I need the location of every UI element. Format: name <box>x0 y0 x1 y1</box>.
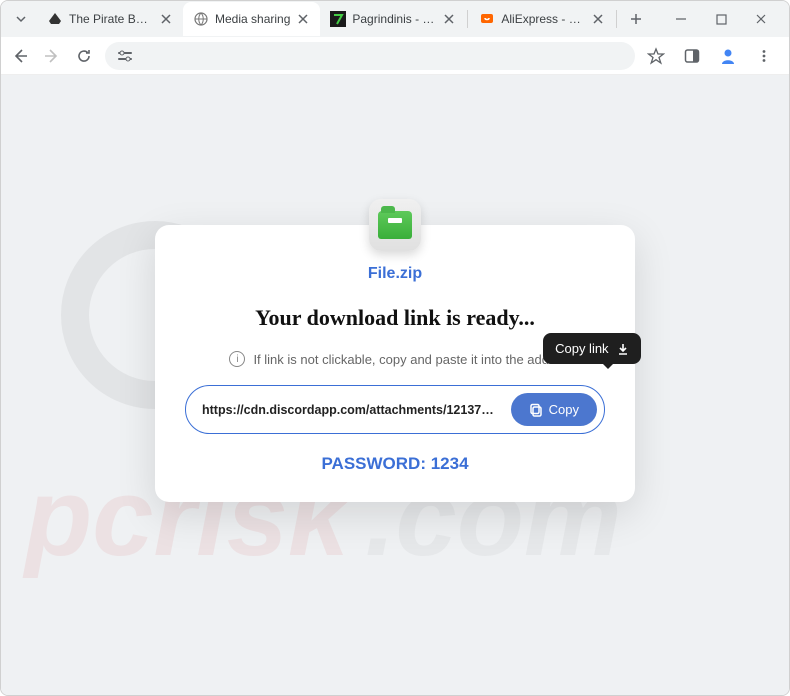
titlebar: The Pirate Bay - The galaxy Media sharin… <box>1 1 789 37</box>
address-bar[interactable] <box>105 42 635 70</box>
headline: Your download link is ready... <box>255 305 535 331</box>
back-button[interactable] <box>9 45 31 67</box>
site-settings-icon[interactable] <box>117 48 133 64</box>
ship-icon <box>47 11 63 27</box>
new-tab-button[interactable] <box>622 5 650 33</box>
password-text: PASSWORD: 1234 <box>321 454 468 474</box>
toolbar-actions <box>645 45 781 67</box>
arrow-left-icon <box>12 48 28 64</box>
maximize-icon <box>716 14 727 25</box>
sidepanel-button[interactable] <box>681 45 703 67</box>
copy-button-label: Copy <box>549 402 579 417</box>
close-icon[interactable] <box>591 12 605 26</box>
maximize-button[interactable] <box>709 7 733 31</box>
star-icon <box>647 47 665 65</box>
tab-media-sharing[interactable]: Media sharing <box>183 2 320 36</box>
download-url[interactable]: https://cdn.discordapp.com/attachments/1… <box>202 403 499 417</box>
copy-row: https://cdn.discordapp.com/attachments/1… <box>185 385 605 434</box>
file-icon <box>369 199 421 251</box>
browser-window: The Pirate Bay - The galaxy Media sharin… <box>0 0 790 696</box>
cart-icon <box>479 11 495 27</box>
tab-separator <box>467 10 468 28</box>
chevron-down-icon <box>15 13 27 25</box>
avatar-icon <box>719 47 737 65</box>
close-window-button[interactable] <box>749 7 773 31</box>
tab-search-button[interactable] <box>9 7 33 31</box>
tab-kazino[interactable]: Pagrindinis - Kazino, lažybo <box>320 2 466 36</box>
tab-aliexpress[interactable]: AliExpress - Online Shoppi <box>469 2 615 36</box>
tab-title: AliExpress - Online Shoppi <box>501 12 585 26</box>
info-icon: i <box>229 351 245 367</box>
forward-button[interactable] <box>41 45 63 67</box>
tab-title: Pagrindinis - Kazino, lažybo <box>352 12 436 26</box>
page-content: pcrisk .com File.zip Your download link … <box>1 75 789 695</box>
filename: File.zip <box>368 265 422 283</box>
close-icon[interactable] <box>296 12 310 26</box>
hint-text: If link is not clickable, copy and paste… <box>253 352 560 367</box>
close-icon[interactable] <box>159 12 173 26</box>
minimize-icon <box>675 13 687 25</box>
close-icon[interactable] <box>442 12 456 26</box>
copy-tooltip: Copy link <box>543 333 640 364</box>
download-card: File.zip Your download link is ready... … <box>155 225 635 502</box>
hint-row: i If link is not clickable, copy and pas… <box>229 351 560 367</box>
copy-icon <box>529 403 543 417</box>
toolbar <box>1 37 789 75</box>
reload-button[interactable] <box>73 45 95 67</box>
globe-icon <box>193 11 209 27</box>
folder-icon <box>378 211 412 239</box>
seven-icon <box>330 11 346 27</box>
reload-icon <box>76 48 92 64</box>
tab-title: Media sharing <box>215 12 290 26</box>
copy-button[interactable]: Copy <box>511 393 597 426</box>
close-icon <box>755 13 767 25</box>
menu-button[interactable] <box>753 45 775 67</box>
kebab-icon <box>757 49 771 63</box>
plus-icon <box>630 13 642 25</box>
arrow-right-icon <box>44 48 60 64</box>
sidepanel-icon <box>684 48 700 64</box>
tab-separator <box>616 10 617 28</box>
tabstrip: The Pirate Bay - The galaxy Media sharin… <box>5 2 657 36</box>
profile-button[interactable] <box>717 45 739 67</box>
download-icon <box>617 343 629 355</box>
minimize-button[interactable] <box>669 7 693 31</box>
tab-title: The Pirate Bay - The galaxy <box>69 12 153 26</box>
window-controls <box>657 7 785 31</box>
tooltip-text: Copy link <box>555 341 608 356</box>
tab-pirate-bay[interactable]: The Pirate Bay - The galaxy <box>37 2 183 36</box>
bookmark-button[interactable] <box>645 45 667 67</box>
